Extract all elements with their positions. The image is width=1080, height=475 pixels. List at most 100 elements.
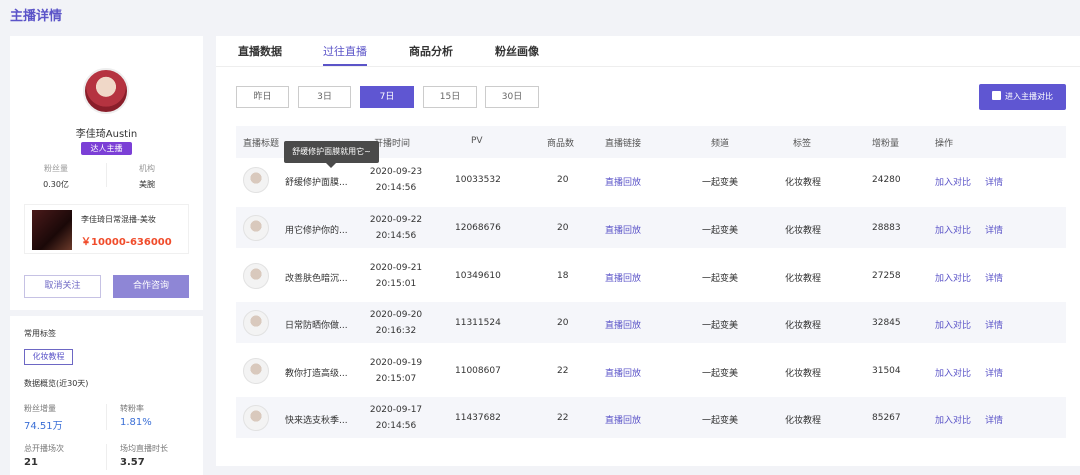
th-tag: 标签 [793,139,812,149]
row-avatar [243,263,269,289]
row-avatar [243,167,269,193]
row-datetime: 2020-09-21 20:15:01 [366,260,426,292]
row-pv: 10033532 [455,175,501,185]
add-compare-link[interactable]: 加入对比 [935,175,971,188]
unfollow-button[interactable]: 取消关注 [24,275,101,298]
row-pv: 11311524 [455,318,501,328]
live-title: 李佳琦日常混播-美妆 [81,215,156,224]
kpi-divider [106,404,107,430]
row-fans-growth: 31504 [872,366,901,376]
table-row: 改善肤色暗沉... 2020-09-21 20:15:01 10349610 18… [236,255,1066,296]
row-title[interactable]: 用它修护你的... [285,223,348,236]
tag-chip[interactable]: 化妆教程 [24,349,73,365]
row-date: 2020-09-21 [369,263,423,273]
row-title[interactable]: 教你打造高级... [285,366,348,379]
anchor-sidebar: 李佳琦Austin 达人主播 粉丝量 0.30亿 机构 美腕 李佳琦日常混播-美… [10,36,203,475]
th-channel: 频道 [711,139,730,149]
row-datetime: 2020-09-17 20:14:56 [366,402,426,434]
add-compare-link[interactable]: 加入对比 [935,366,971,379]
row-time: 20:14:56 [375,421,417,431]
tags-section-label: 常用标签 [24,329,56,338]
row-pv: 12068676 [455,223,501,233]
row-tag: 化妆教程 [785,321,822,331]
tab-bar: 直播数据 过往直播 商品分析 粉丝画像 [216,36,1080,67]
range-3d[interactable]: 3日 [298,86,351,108]
section-divider [10,310,203,316]
row-title[interactable]: 快来选支秋季... [285,413,348,426]
live-thumbnail [32,210,72,250]
kpi-fans-growth: 粉丝增量 74.51万 [24,403,63,432]
row-replay-link[interactable]: 直播回放 [605,223,641,236]
row-fans-growth: 24280 [872,175,901,185]
row-replay-link[interactable]: 直播回放 [605,271,641,284]
live-price: ￥10000-636000 [81,237,172,248]
table-row: 快来选支秋季... 2020-09-17 20:14:56 11437682 22… [236,397,1066,438]
kpi-sessions: 总开播场次 21 [24,443,64,468]
tab-live-data[interactable]: 直播数据 [238,43,282,59]
row-datetime: 2020-09-22 20:14:56 [366,212,426,244]
add-compare-link[interactable]: 加入对比 [935,223,971,236]
enter-compare-button[interactable]: 进入主播对比 [979,84,1066,110]
row-title[interactable]: 改善肤色暗沉... [285,271,348,284]
row-tag: 化妆教程 [785,274,822,284]
row-tag: 化妆教程 [785,226,822,236]
row-avatar [243,358,269,384]
add-compare-link[interactable]: 加入对比 [935,318,971,331]
row-title[interactable]: 舒缓修护面膜... [285,175,348,188]
row-replay-link[interactable]: 直播回放 [605,366,641,379]
row-replay-link[interactable]: 直播回放 [605,175,641,188]
table-row: 日常防晒你做... 2020-09-20 20:16:32 11311524 20… [236,302,1066,343]
row-channel: 一起变美 [702,226,739,236]
row-title[interactable]: 日常防晒你做... [285,318,348,331]
range-30d[interactable]: 30日 [485,86,539,108]
row-replay-link[interactable]: 直播回放 [605,413,641,426]
kpi-value: 21 [24,457,38,468]
overview-label: 数据概览(近30天) [24,379,89,388]
row-time: 20:15:01 [375,279,417,289]
row-replay-link[interactable]: 直播回放 [605,318,641,331]
row-product-count: 22 [557,413,569,423]
row-product-count: 18 [557,271,569,281]
row-channel: 一起变美 [702,369,739,379]
details-link[interactable]: 详情 [985,223,1003,236]
th-product-count: 商品数 [547,139,575,149]
details-link[interactable]: 详情 [985,366,1003,379]
org-label: 机构 [139,164,155,173]
anchor-name: 李佳琦Austin [75,129,138,140]
th-fans-growth: 增粉量 [872,139,900,149]
range-yesterday[interactable]: 昨日 [236,86,289,108]
row-date: 2020-09-17 [369,405,423,415]
row-tag: 化妆教程 [785,369,822,379]
row-date: 2020-09-22 [369,215,423,225]
row-fans-growth: 28883 [872,223,901,233]
table-row: 舒缓修护面膜... 2020-09-23 20:14:56 10033532 20… [236,159,1066,200]
row-time: 20:15:07 [375,374,417,384]
row-datetime: 2020-09-23 20:14:56 [366,164,426,196]
tab-past-live[interactable]: 过往直播 [323,43,367,59]
kpi-avg-duration: 场均直播时长 3.57 [120,443,168,468]
details-link[interactable]: 详情 [985,318,1003,331]
details-link[interactable]: 详情 [985,271,1003,284]
range-15d[interactable]: 15日 [423,86,477,108]
row-datetime: 2020-09-20 20:16:32 [366,307,426,339]
th-live-link: 直播链接 [605,139,642,149]
tab-product-analysis[interactable]: 商品分析 [409,43,453,59]
add-compare-link[interactable]: 加入对比 [935,271,971,284]
tab-fan-profile[interactable]: 粉丝画像 [495,43,539,59]
live-card[interactable]: 李佳琦日常混播-美妆 ￥10000-636000 [24,204,189,254]
cooperate-button[interactable]: 合作咨询 [113,275,189,298]
row-date: 2020-09-20 [369,310,423,320]
row-fans-growth: 32845 [872,318,901,328]
row-product-count: 20 [557,175,569,185]
row-pv: 10349610 [455,271,501,281]
details-link[interactable]: 详情 [985,175,1003,188]
kpi-value: 3.57 [120,457,145,468]
add-compare-link[interactable]: 加入对比 [935,413,971,426]
anchor-avatar [83,68,129,114]
range-7d[interactable]: 7日 [360,86,414,108]
kpi-label: 总开播场次 [24,444,64,453]
row-channel: 一起变美 [702,416,739,426]
row-datetime: 2020-09-19 20:15:07 [366,355,426,387]
table-row: 教你打造高级... 2020-09-19 20:15:07 11008607 22… [236,350,1066,391]
details-link[interactable]: 详情 [985,413,1003,426]
